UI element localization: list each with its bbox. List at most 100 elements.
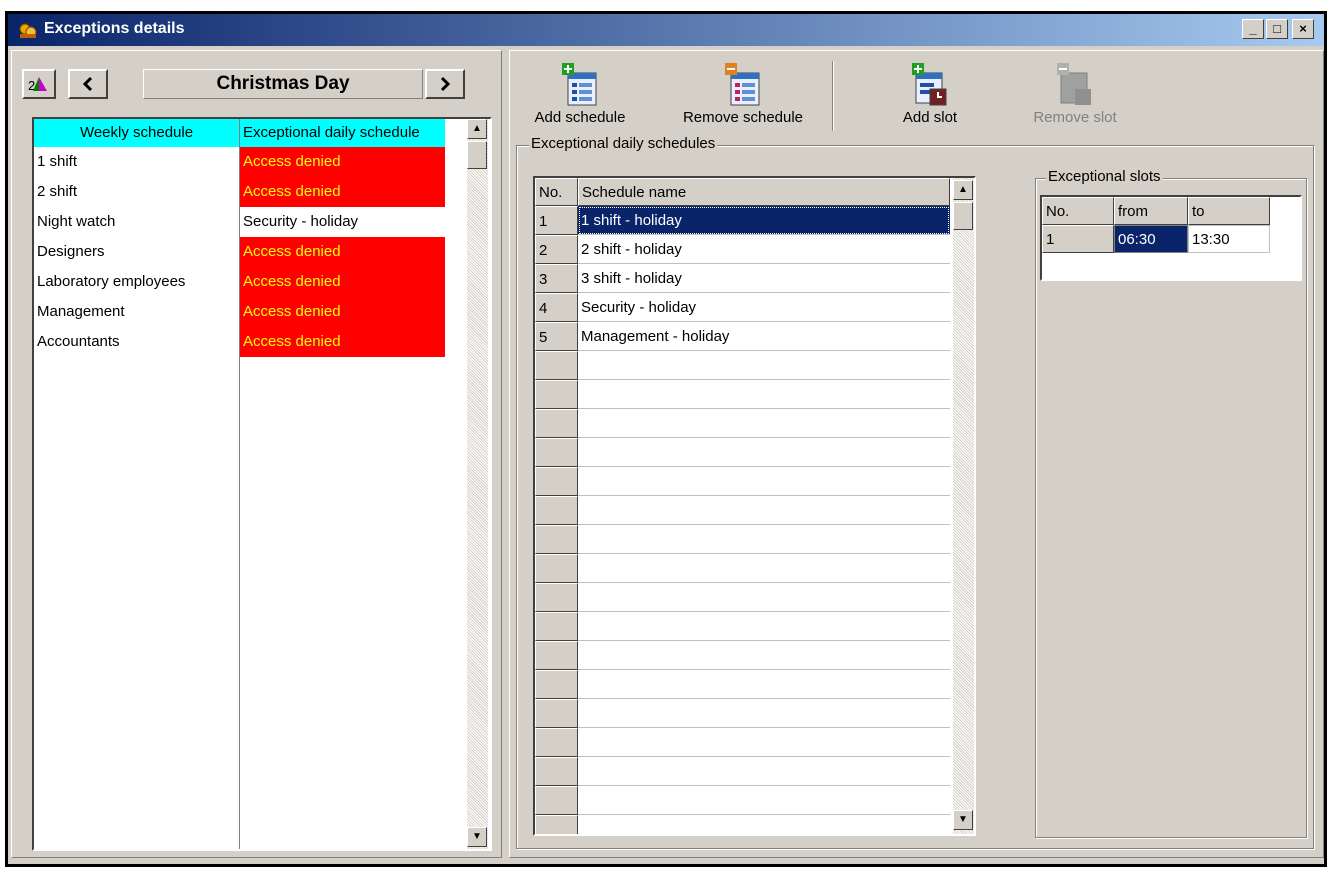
schedule-row-number[interactable]: [535, 554, 578, 583]
remove-schedule-icon: [725, 63, 760, 106]
schedule-row-number[interactable]: [535, 728, 578, 757]
title-bar[interactable]: Exceptions details _ □ ×: [8, 14, 1324, 46]
schedule-name-cell[interactable]: [578, 351, 950, 380]
maximize-button[interactable]: □: [1266, 19, 1288, 39]
slot-to-cell[interactable]: 13:30: [1188, 225, 1270, 253]
schedule-row-number[interactable]: [535, 699, 578, 728]
schedule-name-cell[interactable]: [578, 525, 950, 554]
weekly-schedule-cell[interactable]: Laboratory employees: [34, 267, 239, 297]
scroll-down-button[interactable]: ▼: [953, 810, 973, 830]
scroll-down-button[interactable]: ▼: [467, 827, 487, 847]
app-icon: [19, 23, 37, 38]
left-scrollbar[interactable]: ▲ ▼: [467, 119, 488, 849]
schedule-row-number[interactable]: [535, 351, 578, 380]
exceptional-daily-cell[interactable]: Access denied: [240, 177, 445, 207]
schedule-name-cell[interactable]: 1 shift - holiday: [578, 206, 950, 235]
schedule-name-cell[interactable]: Security - holiday: [578, 293, 950, 322]
column-header-slot-no[interactable]: No.: [1042, 197, 1114, 225]
slot-row-no[interactable]: 1: [1042, 225, 1114, 253]
weekly-schedule-cell[interactable]: Accountants: [34, 327, 239, 357]
add-schedule-button[interactable]: Add schedule: [525, 55, 635, 131]
schedule-row-number[interactable]: [535, 496, 578, 525]
exceptional-daily-cell[interactable]: Access denied: [240, 237, 445, 267]
exceptional-daily-cell[interactable]: Access denied: [240, 147, 445, 177]
schedule-name-cell[interactable]: [578, 728, 950, 757]
sort-icon: 2: [28, 77, 47, 93]
schedule-row-number[interactable]: [535, 380, 578, 409]
schedule-name-cell[interactable]: [578, 815, 950, 834]
exceptional-daily-cell[interactable]: Access denied: [240, 267, 445, 297]
schedule-row-number[interactable]: [535, 467, 578, 496]
previous-day-button[interactable]: [68, 69, 108, 99]
schedule-row-number[interactable]: 3: [535, 264, 578, 293]
column-header-from[interactable]: from: [1114, 197, 1188, 225]
schedule-name-cell[interactable]: Management - holiday: [578, 322, 950, 351]
schedule-name-cell[interactable]: [578, 438, 950, 467]
column-header-daily[interactable]: Exceptional daily schedule: [239, 119, 445, 147]
close-button[interactable]: ×: [1292, 19, 1314, 39]
schedule-row-number[interactable]: 2: [535, 235, 578, 264]
weekly-schedule-cell[interactable]: Designers: [34, 237, 239, 267]
schedule-row-number[interactable]: [535, 786, 578, 815]
schedule-name-cell[interactable]: [578, 757, 950, 786]
remove-schedule-label: Remove schedule: [682, 109, 804, 126]
schedule-name-cell[interactable]: [578, 786, 950, 815]
schedule-name-cell[interactable]: 3 shift - holiday: [578, 264, 950, 293]
schedule-row-number[interactable]: [535, 670, 578, 699]
exceptional-daily-cell[interactable]: Access denied: [240, 297, 445, 327]
toggle-view-button[interactable]: 2: [22, 69, 56, 99]
schedule-name-cell[interactable]: [578, 554, 950, 583]
schedule-name-cell[interactable]: [578, 641, 950, 670]
schedule-row-number[interactable]: [535, 641, 578, 670]
schedule-row-number[interactable]: [535, 815, 578, 834]
schedule-name-cell[interactable]: [578, 409, 950, 438]
schedule-row-number[interactable]: 4: [535, 293, 578, 322]
column-header-weekly[interactable]: Weekly schedule: [34, 119, 239, 147]
schedule-name-cell[interactable]: [578, 467, 950, 496]
schedule-name-cell[interactable]: [578, 583, 950, 612]
schedule-row-number[interactable]: [535, 438, 578, 467]
left-panel: 2 Christmas Day Weekly schedule Exceptio…: [11, 50, 502, 858]
minimize-button[interactable]: _: [1242, 19, 1264, 39]
weekly-schedule-cell[interactable]: Night watch: [34, 207, 239, 237]
schedule-name-cell[interactable]: [578, 670, 950, 699]
schedule-row-number[interactable]: [535, 757, 578, 786]
schedule-row-number[interactable]: [535, 583, 578, 612]
column-header-to[interactable]: to: [1188, 197, 1270, 225]
schedule-row-number[interactable]: 1: [535, 206, 578, 235]
scroll-thumb[interactable]: [953, 202, 973, 230]
weekly-schedule-cell[interactable]: 1 shift: [34, 147, 239, 177]
scroll-thumb[interactable]: [467, 141, 487, 169]
schedule-row-number[interactable]: [535, 409, 578, 438]
remove-schedule-button[interactable]: Remove schedule: [668, 55, 818, 131]
add-schedule-icon: [562, 63, 597, 106]
column-header-no[interactable]: No.: [535, 178, 578, 206]
schedule-name-cell[interactable]: [578, 496, 950, 525]
weekly-schedule-cell[interactable]: Management: [34, 297, 239, 327]
schedule-row-number[interactable]: 5: [535, 322, 578, 351]
schedule-name-cell[interactable]: [578, 699, 950, 728]
schedule-name-cell[interactable]: [578, 380, 950, 409]
schedules-table: No. Schedule name 11 shift - holiday 2 2 s…: [533, 176, 976, 836]
toolbar-separator: [832, 61, 834, 131]
slot-from-cell[interactable]: 06:30: [1114, 225, 1188, 253]
next-day-button[interactable]: [425, 69, 465, 99]
schedule-name-cell[interactable]: [578, 612, 950, 641]
add-slot-label: Add slot: [902, 109, 958, 126]
remove-slot-button[interactable]: Remove slot: [1015, 55, 1135, 131]
schedule-row-number[interactable]: [535, 612, 578, 641]
add-schedule-label: Add schedule: [534, 109, 626, 126]
weekly-exceptions-table: Weekly schedule Exceptional daily schedu…: [32, 117, 492, 851]
column-header-schedule-name[interactable]: Schedule name: [578, 178, 950, 206]
exceptional-daily-cell[interactable]: Access denied: [240, 327, 445, 357]
weekly-schedule-cell[interactable]: 2 shift: [34, 177, 239, 207]
exceptional-daily-cell[interactable]: Security - holiday: [240, 207, 445, 237]
scroll-up-button[interactable]: ▲: [953, 180, 973, 200]
add-slot-button[interactable]: Add slot: [875, 55, 985, 131]
daily-schedules-group: Exceptional daily schedules No. Schedule…: [516, 135, 1314, 849]
schedules-scrollbar[interactable]: ▲ ▼: [953, 178, 974, 834]
schedule-row-number[interactable]: [535, 525, 578, 554]
scroll-up-button[interactable]: ▲: [467, 119, 487, 139]
schedule-name-cell[interactable]: 2 shift - holiday: [578, 235, 950, 264]
daily-schedules-label: Exceptional daily schedules: [529, 135, 718, 152]
